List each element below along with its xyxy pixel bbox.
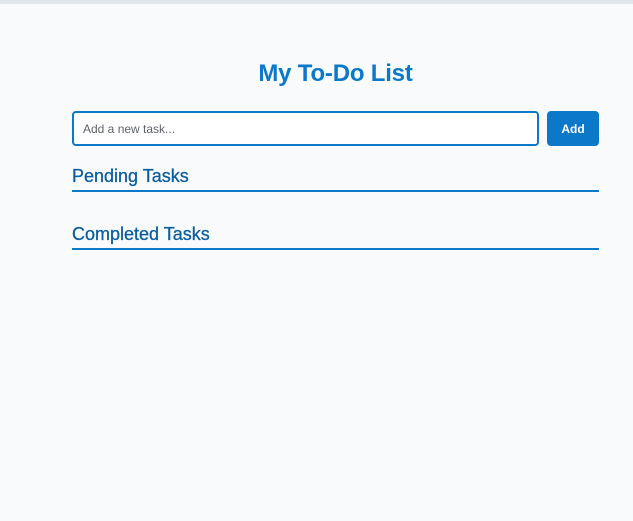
page-title: My To-Do List: [258, 60, 413, 87]
add-task-button[interactable]: Add: [547, 111, 599, 146]
completed-tasks-heading: Completed Tasks: [72, 223, 599, 250]
pending-tasks-heading: Pending Tasks: [72, 165, 599, 192]
new-task-input[interactable]: [72, 111, 539, 146]
browser-top-bar: [0, 0, 633, 4]
add-task-row: Add: [72, 111, 599, 146]
